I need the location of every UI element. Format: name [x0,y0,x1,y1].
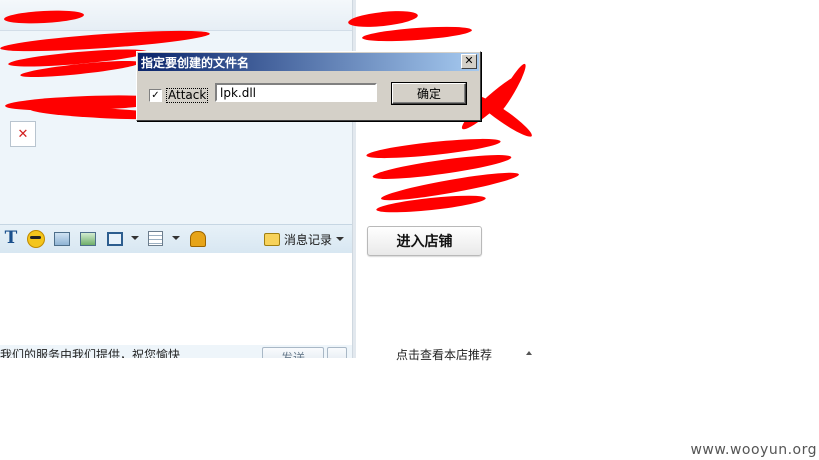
message-log-icon [264,232,280,246]
close-button[interactable]: ✕ [461,54,477,69]
message-history-label: 消息记录 [284,232,333,247]
attack-checkbox-label[interactable]: Attack [166,88,209,103]
bottom-tip-text: 我们的服务由我们提供，祝您愉快 [0,348,181,358]
chevron-up-icon[interactable] [526,351,532,355]
enter-shop-button[interactable]: 进入店铺 [367,226,482,256]
chat-bottom-bar: 我们的服务由我们提供，祝您愉快 发送 [0,345,352,358]
filename-input[interactable] [215,83,377,102]
send-image-icon[interactable] [54,232,70,246]
chat-toolbar: T 消息记录 [0,224,352,254]
message-history-button[interactable]: 消息记录 [264,231,345,247]
send-button[interactable]: 发送 [262,347,324,358]
send-options-button[interactable] [327,347,347,358]
attack-checkbox[interactable]: ✓ [149,89,162,102]
shop-recommend-link[interactable]: 点击查看本店推荐 [396,346,492,363]
emoticon-icon[interactable] [27,230,45,248]
site-watermark: www.wooyun.org [690,442,817,458]
broken-image-icon: ✕ [10,121,36,147]
calendar-icon[interactable] [148,231,163,246]
filename-dialog: 指定要创建的文件名 ✕ ✓ Attack 确定 [136,51,481,121]
screenshot-icon[interactable] [107,232,123,246]
chevron-down-icon [336,237,345,241]
dialog-titlebar[interactable]: 指定要创建的文件名 [138,53,479,71]
screenshot-dropdown-icon[interactable] [131,236,139,240]
dialog-title: 指定要创建的文件名 [141,55,250,70]
nudge-bell-icon[interactable] [190,231,206,247]
ok-button[interactable]: 确定 [392,83,466,104]
calendar-dropdown-icon[interactable] [172,236,180,240]
picture-gallery-icon[interactable] [80,232,96,246]
message-input-area[interactable] [0,253,352,345]
font-style-icon[interactable]: T [3,228,19,248]
